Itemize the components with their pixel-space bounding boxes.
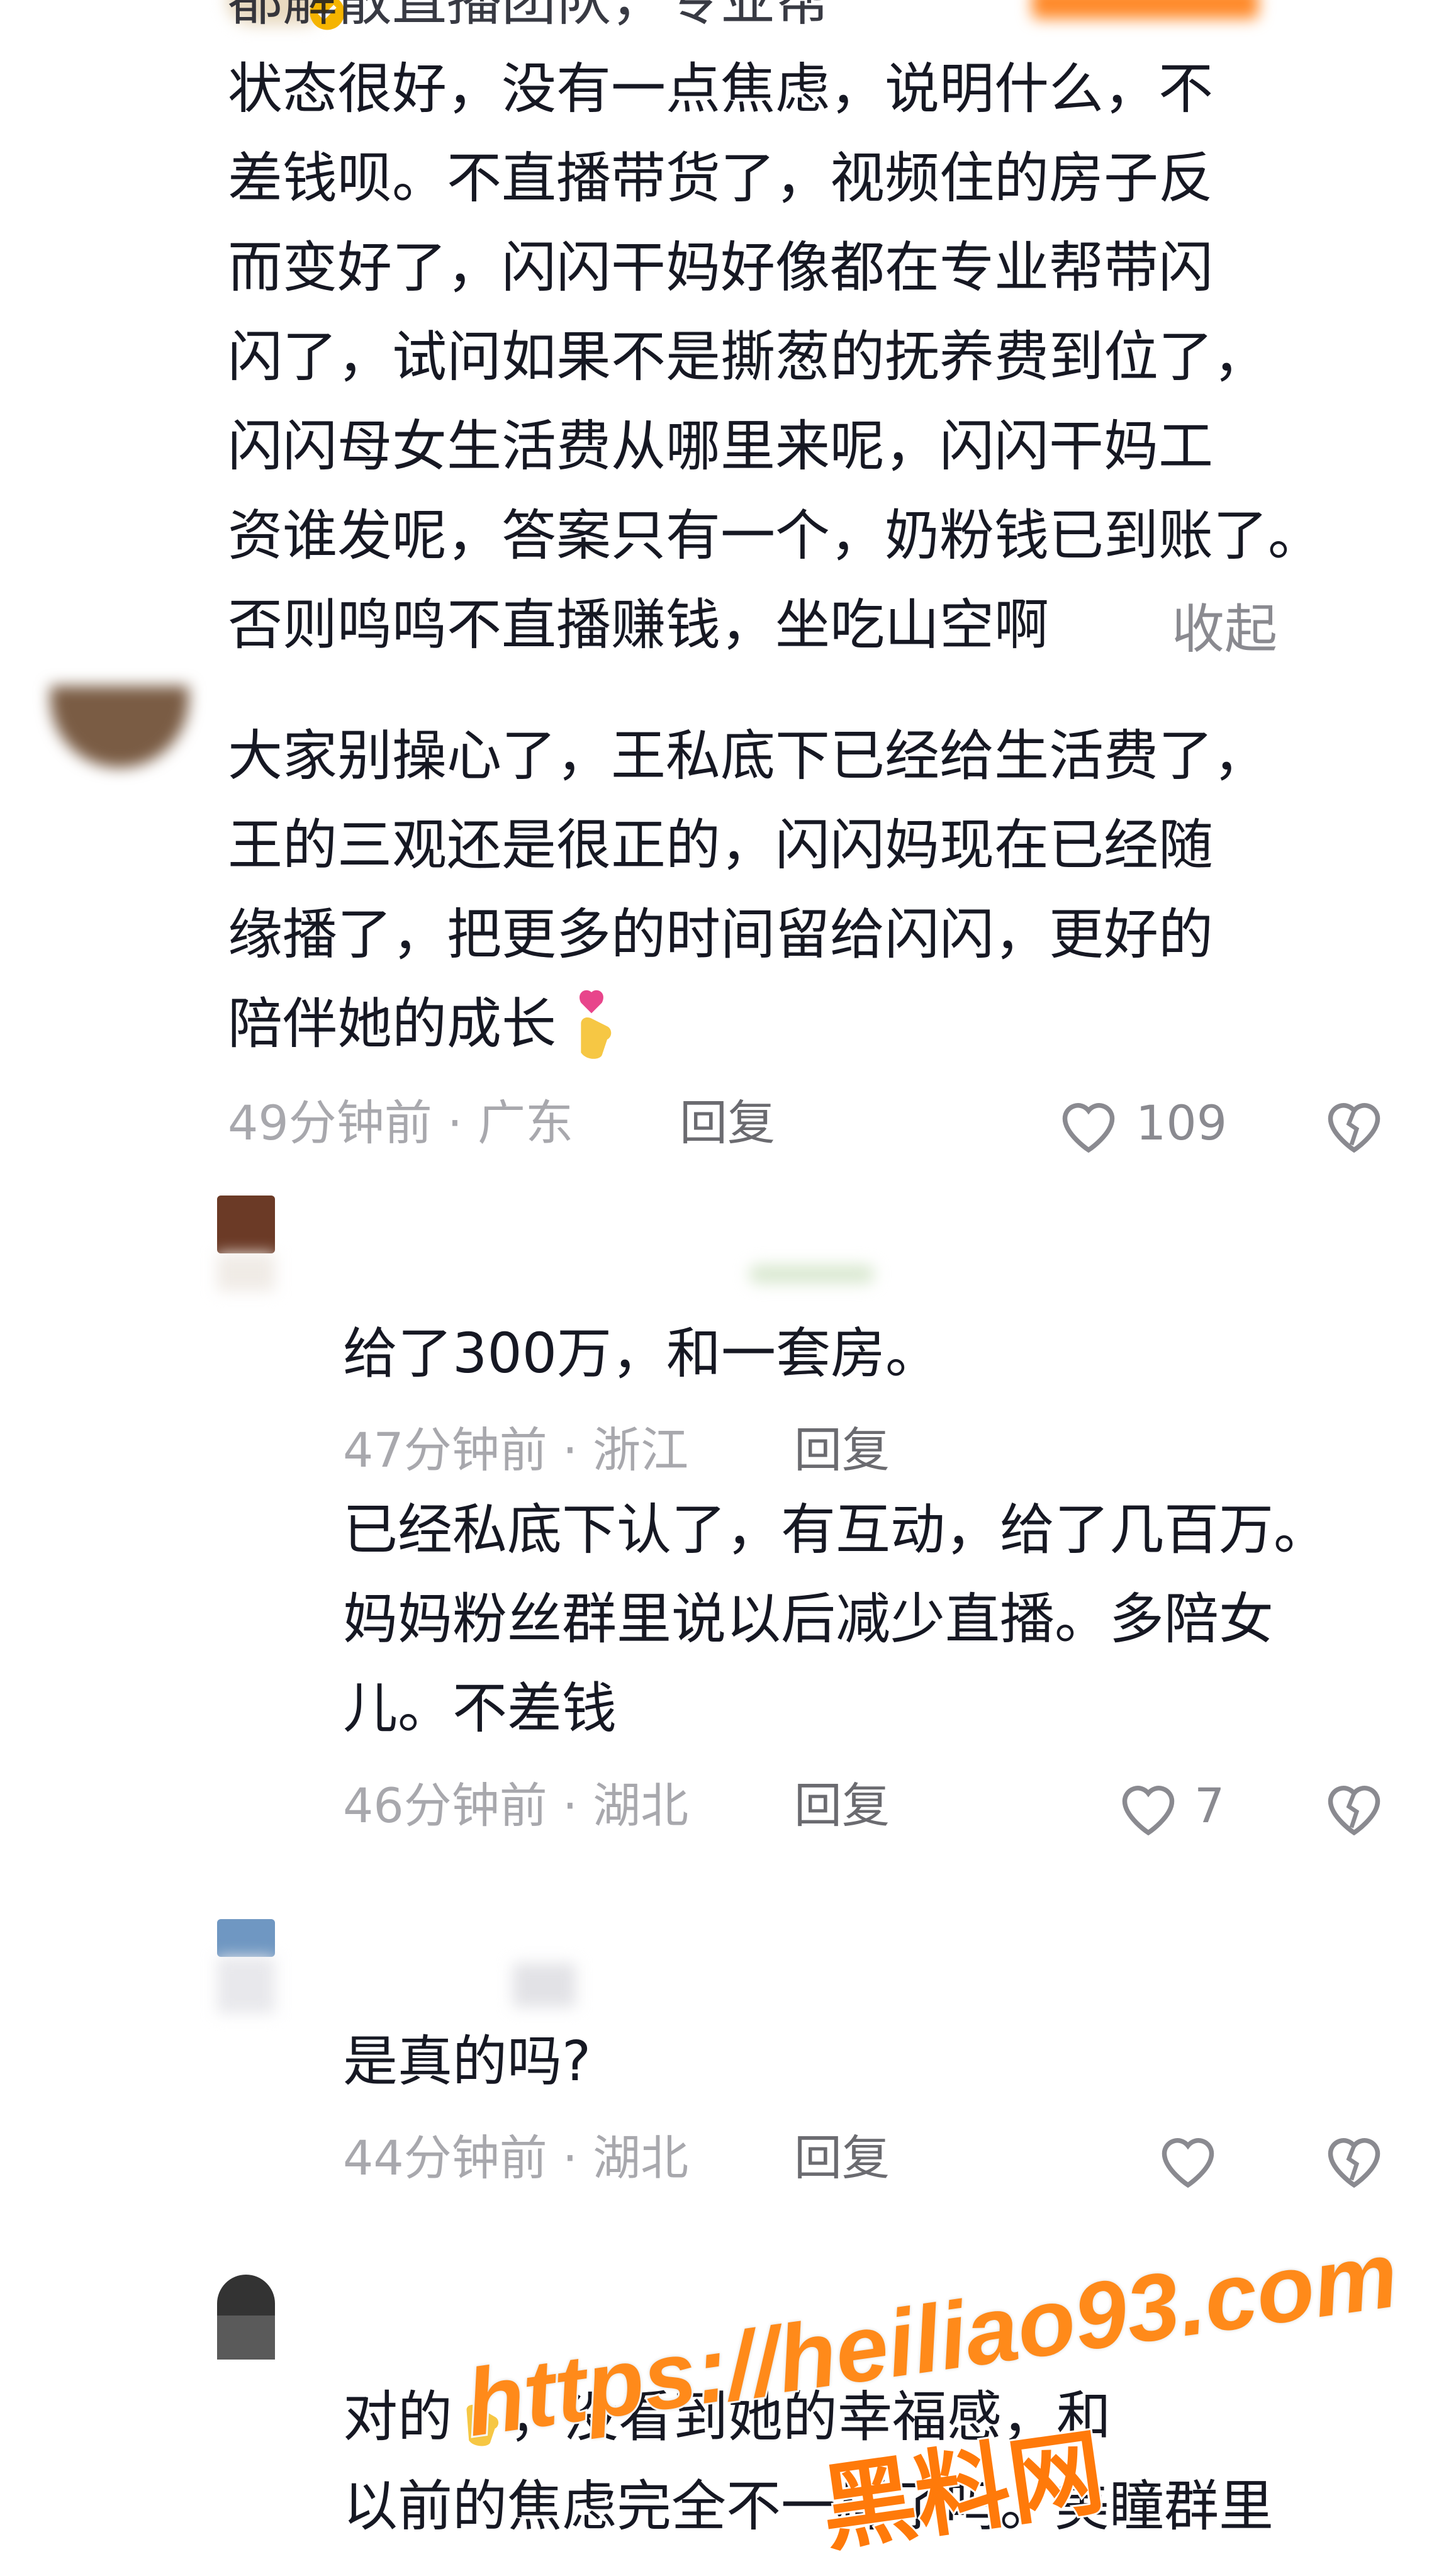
reply-line: 妈妈粉丝群里说以后减少直播。多陪女 (343, 1587, 1274, 1651)
reply-text: 是真的吗? (343, 2029, 591, 2093)
reply-avatar-shadow (217, 1957, 275, 2013)
heart-icon[interactable] (1057, 1094, 1120, 1154)
comment-fragment-top: 都解散直播团队，专业帮 (228, 0, 830, 33)
comment-line: 状态很好，没有一点焦虑，说明什么，不 (228, 57, 1213, 121)
comment-screen: 都解散直播团队，专业帮 状态很好，没有一点焦虑，说明什么，不 差钱呗。不直播带货… (0, 0, 1456, 2576)
reply-button[interactable]: 回复 (794, 1774, 890, 1837)
reply-meta: 47分钟前 · 浙江 (343, 1422, 689, 1478)
reply-avatar[interactable] (217, 1919, 275, 1957)
broken-heart-icon[interactable] (1323, 1094, 1386, 1154)
masked-text (1032, 0, 1258, 19)
heart-icon[interactable] (1117, 1776, 1180, 1837)
broken-heart-icon[interactable] (1323, 1776, 1386, 1837)
finger-heart-emoji-icon (560, 986, 623, 1061)
comment-line: 缘播了，把更多的时间留给闪闪，更好的 (228, 902, 1213, 966)
reply-username (749, 1265, 875, 1284)
reply-avatar-shadow (217, 1253, 275, 1291)
reply-username (513, 1963, 576, 2007)
comment-meta: 49分钟前 · 广东 (228, 1095, 574, 1151)
reply-line: 已经私底下认了，有互动，给了几百万。 (343, 1498, 1328, 1562)
reply-line: 对的 (343, 2385, 452, 2449)
comment-body-1: 状态很好，没有一点焦虑，说明什么，不 差钱呗。不直播带货了，视频住的房子反 而变… (228, 44, 1323, 669)
comment-line: 大家别操心了，王私底下已经给生活费了， (228, 724, 1268, 788)
reply-button[interactable]: 回复 (794, 2127, 890, 2190)
comment-last-line: 陪伴她的成长 (228, 979, 1268, 1068)
like-count: 109 (1136, 1095, 1228, 1151)
comment-line: 闪闪母女生活费从哪里来呢，闪闪干妈工 (228, 414, 1213, 478)
comment-avatar[interactable] (50, 686, 189, 768)
comment-line: 陪伴她的成长 (228, 992, 556, 1056)
broken-heart-icon[interactable] (1323, 2129, 1386, 2189)
reply-button[interactable]: 回复 (680, 1092, 775, 1155)
reply-avatar-lower (217, 2316, 275, 2360)
comment-line: 闪了，试问如果不是撕葱的抚养费到位了， (228, 325, 1268, 389)
reply-line: 儿。不差钱 (343, 1676, 617, 1740)
like-count: 7 (1194, 1778, 1225, 1834)
reply-body: 已经私底下认了，有互动，给了几百万。 妈妈粉丝群里说以后减少直播。多陪女 儿。不… (343, 1485, 1328, 1753)
comment-line: 资谁发呢，答案只有一个，奶粉钱已到账了。 (228, 503, 1323, 568)
comment-line: 王的三观还是很正的，闪闪妈现在已经随 (228, 813, 1213, 877)
comment-line: 差钱呗。不直播带货了，视频住的房子反 (228, 146, 1213, 210)
collapse-button[interactable]: 收起 (1172, 598, 1277, 661)
reply-button[interactable]: 回复 (794, 1419, 890, 1482)
reply-meta: 46分钟前 · 湖北 (343, 1778, 689, 1834)
reply-text: 给了300万，和一套房。 (343, 1321, 941, 1386)
reply-meta: 44分钟前 · 湖北 (343, 2130, 689, 2186)
reply-avatar[interactable] (217, 1196, 275, 1253)
comment-line: 否则鸣鸣不直播赚钱，坐吃山空啊 (228, 593, 1049, 657)
comment-line: 而变好了，闪闪干妈好像都在专业帮带闪 (228, 235, 1213, 300)
heart-icon[interactable] (1156, 2129, 1219, 2189)
reply-line: 以前的焦虑完全不一样了吗。美瞳群里 (343, 2474, 1274, 2538)
comment-body-2: 大家别操心了，王私底下已经给生活费了， 王的三观还是很正的，闪闪妈现在已经随 缘… (228, 711, 1268, 1068)
